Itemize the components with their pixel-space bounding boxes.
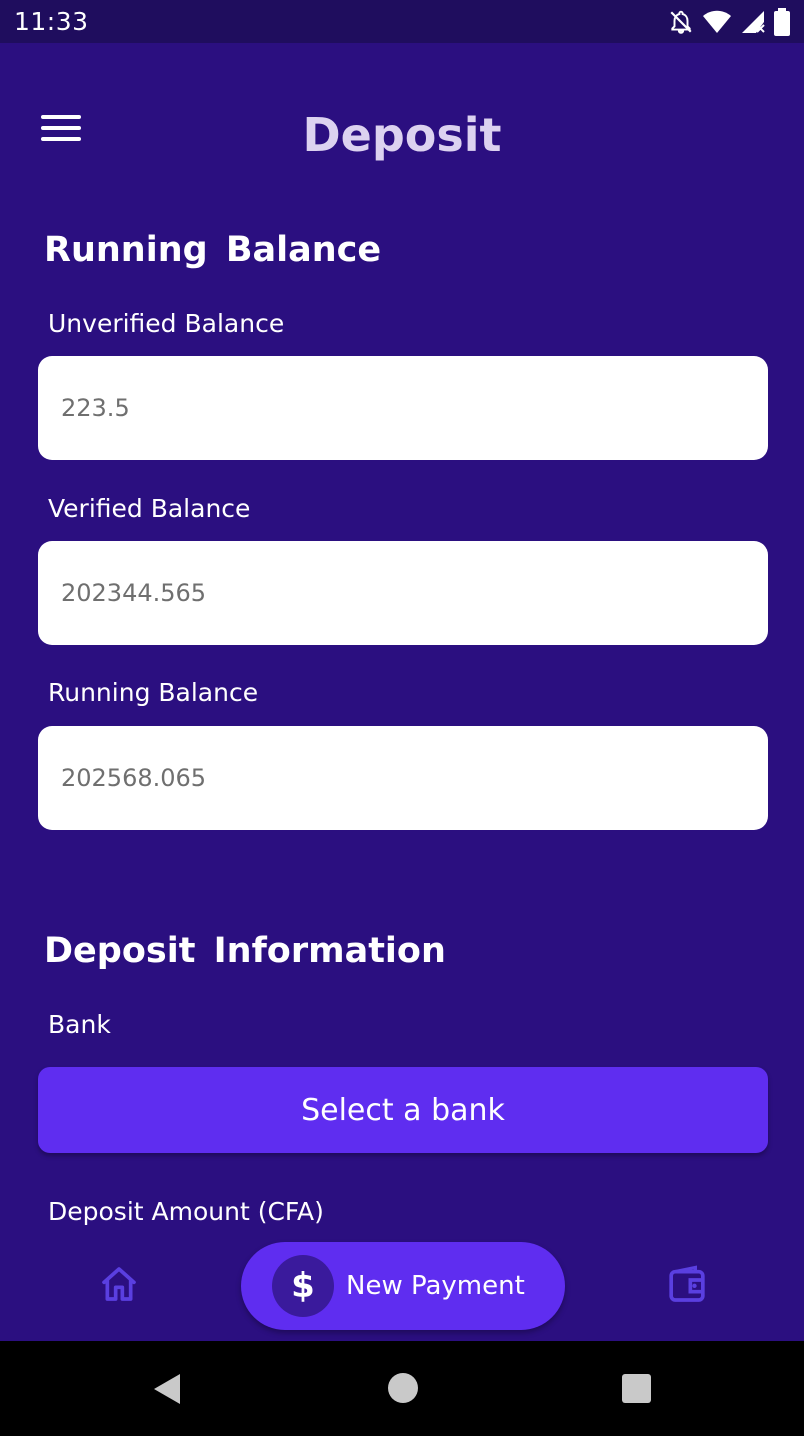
status-time: 11:33 xyxy=(14,7,89,36)
bank-label: Bank xyxy=(48,1010,111,1039)
verified-balance-label: Verified Balance xyxy=(48,494,251,523)
bottom-navigation: $ New Payment xyxy=(0,1240,804,1340)
status-icons xyxy=(668,7,790,36)
running-balance-heading: Running Balance xyxy=(44,230,382,270)
home-circle-icon[interactable] xyxy=(388,1373,418,1403)
nav-home-button[interactable] xyxy=(99,1264,139,1304)
verified-balance-value: 202344.565 xyxy=(61,579,207,607)
dollar-icon: $ xyxy=(272,1255,334,1317)
battery-icon xyxy=(774,7,790,36)
unverified-balance-value: 223.5 xyxy=(61,394,130,422)
running-balance-value: 202568.065 xyxy=(61,764,207,792)
deposit-information-heading: Deposit Information xyxy=(44,931,446,971)
new-payment-label: New Payment xyxy=(346,1271,525,1301)
system-navigation-bar xyxy=(0,1341,804,1436)
wallet-icon xyxy=(669,1265,705,1302)
home-icon xyxy=(102,1267,136,1301)
status-bar: 11:33 xyxy=(0,0,804,43)
nav-wallet-button[interactable] xyxy=(667,1265,707,1305)
new-payment-button[interactable]: $ New Payment xyxy=(241,1242,565,1330)
select-bank-button[interactable]: Select a bank xyxy=(38,1067,768,1153)
running-balance-field[interactable]: 202568.065 xyxy=(38,726,768,830)
notifications-off-icon xyxy=(670,10,692,34)
unverified-balance-field[interactable]: 223.5 xyxy=(38,356,768,460)
recents-icon[interactable] xyxy=(622,1374,651,1403)
deposit-screen: 11:33 Deposit Running Balance Unverified… xyxy=(0,0,804,1436)
verified-balance-field[interactable]: 202344.565 xyxy=(38,541,768,645)
back-icon[interactable] xyxy=(152,1373,182,1405)
deposit-amount-label: Deposit Amount (CFA) xyxy=(48,1197,324,1226)
wifi-icon xyxy=(703,10,731,33)
signal-icon xyxy=(742,10,765,33)
page-title: Deposit xyxy=(302,108,502,162)
running-balance-label: Running Balance xyxy=(48,678,259,707)
unverified-balance-label: Unverified Balance xyxy=(48,309,285,338)
